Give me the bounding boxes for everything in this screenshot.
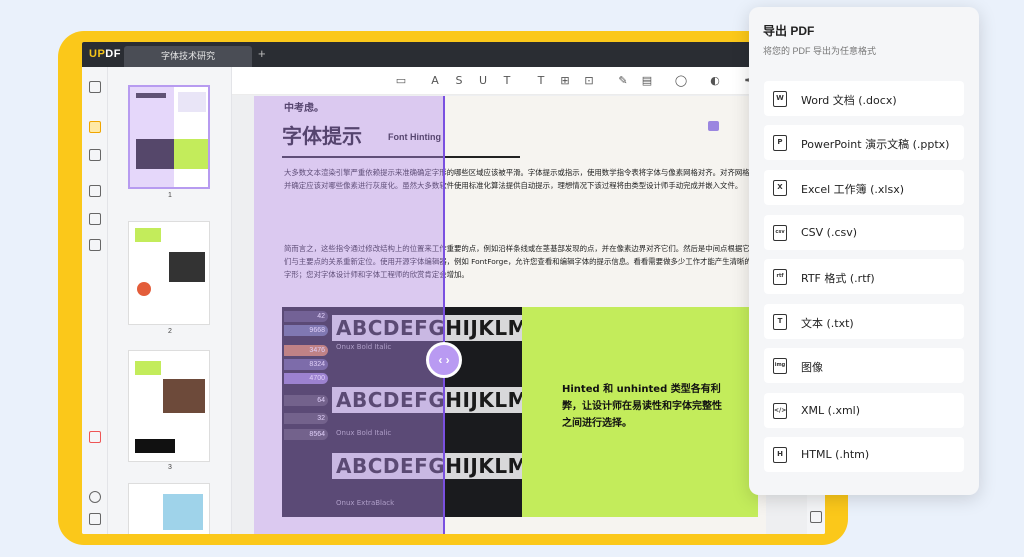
highlight-card: Hinted 和 unhinted 类型各有利弊，让设计师在易读性和字体完整性之… (522, 307, 758, 517)
shape-tool-icon[interactable]: ◯ (674, 74, 688, 88)
powerpoint-icon: P (773, 135, 787, 151)
gift-icon[interactable] (89, 431, 101, 443)
compare-slider-handle[interactable]: ‹ › (426, 342, 462, 378)
thumbnail-page-1[interactable] (128, 85, 210, 189)
squiggly-tool-icon[interactable]: T (500, 74, 514, 88)
bookmark-icon[interactable] (89, 513, 101, 525)
textbox-tool-icon[interactable]: ⊞ (558, 74, 572, 88)
export-panel-title: 导出 PDF (763, 24, 815, 38)
underline-tool-icon[interactable]: U (476, 74, 490, 88)
ocr-icon[interactable] (89, 185, 101, 197)
html-icon: H (773, 447, 787, 463)
compare-divider[interactable] (443, 96, 445, 534)
pages-icon[interactable] (89, 239, 101, 251)
comment-list-icon[interactable] (810, 511, 822, 523)
layers-icon[interactable] (89, 491, 101, 503)
before-after-overlay (254, 96, 444, 534)
annotation-toolbar: ▭ A S U T T ⊞ ⊡ ✎ ▤ ◯ ◐ ✒ ♙ (232, 67, 825, 95)
export-option-excel[interactable]: X Excel 工作簿 (.xlsx) (764, 170, 964, 205)
document-canvas: 中考虑。 字体提示 Font Hinting 大多数文本渲染引擎严重依赖提示来准… (232, 95, 825, 534)
export-option-html[interactable]: H HTML (.htm) (764, 437, 964, 472)
export-option-powerpoint[interactable]: P PowerPoint 演示文稿 (.pptx) (764, 125, 964, 160)
thumbnail-number: 2 (168, 328, 172, 335)
thumbnail-panel: 1 2 3 (108, 67, 232, 534)
csv-icon: csv (773, 225, 787, 241)
organize-icon[interactable] (89, 213, 101, 225)
reader-icon[interactable] (89, 81, 101, 93)
xml-icon: </> (773, 403, 787, 419)
highlight-tool-icon[interactable]: A (428, 74, 442, 88)
text-file-icon: T (773, 314, 787, 330)
note-tool-icon[interactable]: ▭ (394, 74, 408, 88)
thumbnail-number: 3 (168, 464, 172, 471)
comment-icon[interactable] (89, 121, 101, 133)
export-pdf-panel: 导出 PDF 将您的 PDF 导出为任意格式 W Word 文档 (.docx)… (749, 7, 979, 495)
edit-icon[interactable] (89, 149, 101, 161)
updf-logo: UPDF (89, 48, 121, 60)
export-option-text[interactable]: T 文本 (.txt) (764, 304, 964, 339)
thumbnail-page-4[interactable] (128, 483, 210, 534)
thumbnail-number: 1 (168, 192, 172, 199)
note-annotation-icon[interactable] (708, 121, 719, 131)
eraser-tool-icon[interactable]: ▤ (640, 74, 654, 88)
export-option-xml[interactable]: </> XML (.xml) (764, 393, 964, 428)
text-tool-icon[interactable]: T (534, 74, 548, 88)
thumbnail-page-3[interactable] (128, 350, 210, 462)
export-panel-subtitle: 将您的 PDF 导出为任意格式 (763, 46, 877, 56)
thumbnail-page-2[interactable] (128, 221, 210, 325)
export-option-word[interactable]: W Word 文档 (.docx) (764, 81, 964, 116)
tab-document[interactable]: 字体技术研究 (124, 46, 252, 67)
image-icon: img (773, 358, 787, 374)
strikethrough-tool-icon[interactable]: S (452, 74, 466, 88)
new-tab-button[interactable]: + (258, 46, 266, 61)
word-icon: W (773, 91, 787, 107)
app-window: UPDF 字体技术研究 + 1 2 3 ▭ A S U T T ⊞ ⊡ ✎ ▤ … (82, 42, 825, 534)
export-option-rtf[interactable]: rtf RTF 格式 (.rtf) (764, 259, 964, 294)
export-option-image[interactable]: img 图像 (764, 348, 964, 383)
highlight-card-text: Hinted 和 unhinted 类型各有利弊，让设计师在易读性和字体完整性之… (562, 384, 722, 429)
pencil-tool-icon[interactable]: ✎ (616, 74, 630, 88)
sticker-tool-icon[interactable]: ◐ (708, 74, 722, 88)
title-bar: UPDF 字体技术研究 + (82, 42, 825, 67)
left-tool-rail (82, 67, 108, 534)
export-option-csv[interactable]: csv CSV (.csv) (764, 215, 964, 250)
callout-tool-icon[interactable]: ⊡ (582, 74, 596, 88)
excel-icon: X (773, 180, 787, 196)
rtf-icon: rtf (773, 269, 787, 285)
